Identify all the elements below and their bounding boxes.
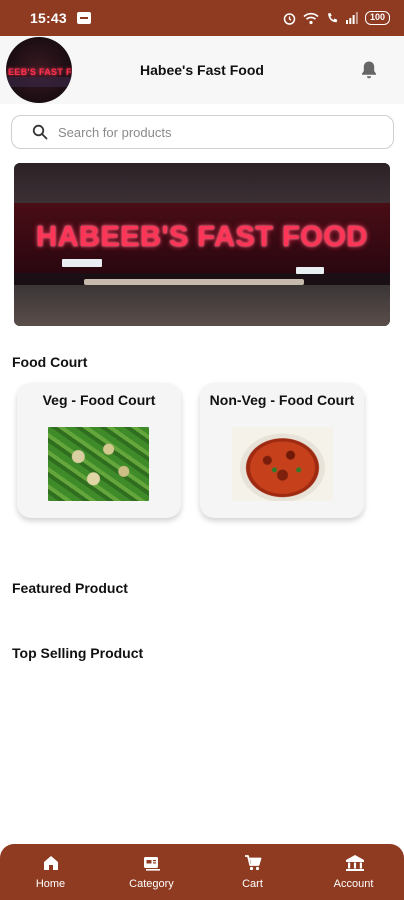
store-banner-image[interactable]: HABEEB'S FAST FOOD bbox=[14, 163, 390, 326]
search-bar[interactable] bbox=[11, 115, 394, 149]
section-title-top-selling: Top Selling Product bbox=[12, 645, 144, 661]
category-card-non-veg[interactable]: Non-Veg - Food Court bbox=[200, 383, 364, 518]
account-icon bbox=[345, 854, 364, 872]
section-title-featured: Featured Product bbox=[12, 580, 128, 596]
status-bar: 15:43 100 bbox=[0, 0, 404, 36]
notification-app-icon bbox=[76, 12, 91, 24]
non-veg-food-image bbox=[232, 427, 333, 501]
nav-item-home[interactable]: Home bbox=[0, 844, 101, 900]
status-time: 15:43 bbox=[30, 10, 67, 26]
page-title: Habee's Fast Food bbox=[140, 62, 264, 78]
veg-food-image bbox=[48, 427, 149, 501]
banner-sign-text: HABEEB'S FAST FOOD bbox=[36, 221, 368, 253]
call-icon bbox=[326, 12, 339, 25]
bottom-navigation: Home Category Cart Account bbox=[0, 844, 404, 900]
non-veg-food-texture bbox=[232, 427, 333, 501]
nav-label: Category bbox=[129, 878, 174, 890]
logo-glow bbox=[6, 77, 72, 87]
nav-label: Cart bbox=[242, 878, 263, 890]
wifi-icon bbox=[303, 12, 319, 25]
banner-small-sign bbox=[296, 267, 324, 274]
nav-item-category[interactable]: Category bbox=[101, 844, 202, 900]
home-icon bbox=[42, 854, 60, 872]
category-card-label: Non-Veg - Food Court bbox=[209, 392, 355, 408]
banner-small-sign bbox=[62, 259, 102, 267]
nav-label: Home bbox=[35, 878, 66, 890]
nav-label: Account bbox=[333, 878, 374, 890]
signal-icon bbox=[345, 12, 358, 24]
status-icons: 100 bbox=[283, 11, 390, 25]
cart-icon bbox=[244, 854, 262, 872]
banner-ceiling bbox=[14, 163, 390, 203]
category-card-veg[interactable]: Veg - Food Court bbox=[17, 383, 181, 518]
category-icon bbox=[143, 854, 161, 872]
nav-item-cart[interactable]: Cart bbox=[202, 844, 303, 900]
search-input[interactable] bbox=[58, 116, 378, 148]
category-card-label: Veg - Food Court bbox=[42, 392, 156, 408]
search-icon bbox=[32, 124, 48, 140]
notification-bell-icon[interactable] bbox=[360, 60, 378, 80]
battery-indicator: 100 bbox=[364, 11, 390, 25]
app-header: EEB'S FAST FO Habee's Fast Food bbox=[0, 36, 404, 104]
alarm-icon bbox=[283, 12, 296, 25]
section-title-food-court: Food Court bbox=[12, 354, 88, 370]
banner-shop-floor bbox=[14, 285, 390, 326]
nav-item-account[interactable]: Account bbox=[303, 844, 404, 900]
